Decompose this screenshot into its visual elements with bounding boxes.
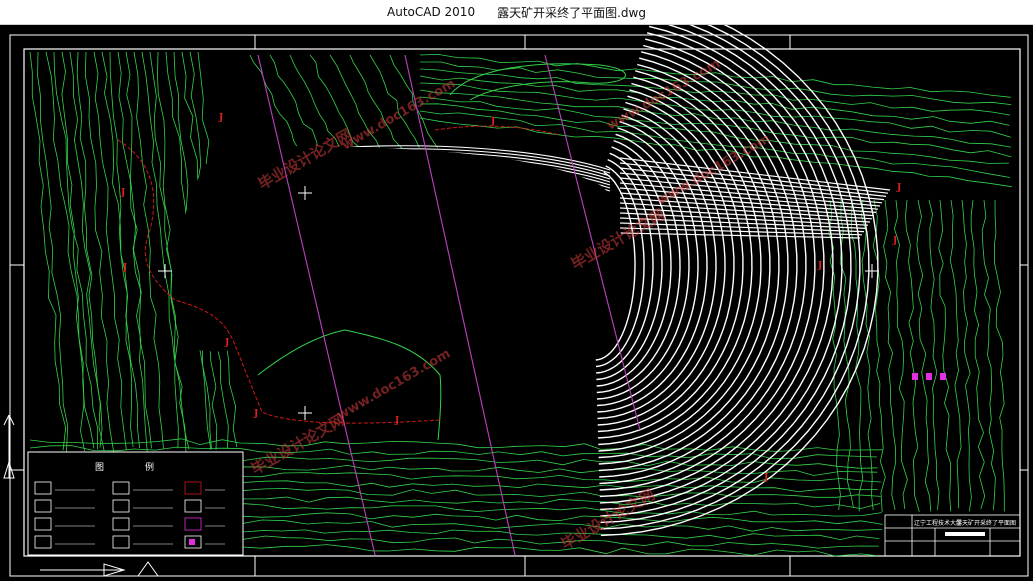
watermark-url: www.doc163.com <box>655 131 774 208</box>
cad-drawing[interactable]: J JJ JJJ JJJ JJ 毕业设计论文网 www.doc163.com 毕业… <box>0 25 1033 581</box>
title-block-org: 辽宁工程技术大学 <box>914 519 962 527</box>
svg-text:J: J <box>394 416 399 426</box>
svg-text:J: J <box>224 338 229 348</box>
svg-text:J: J <box>490 117 495 127</box>
svg-text:J: J <box>896 183 901 193</box>
title-block[interactable]: 辽宁工程技术大学 露天矿开采终了平面图 <box>884 514 1021 557</box>
watermark-url: www.doc163.com <box>605 56 724 133</box>
document-title: 露天矿开采终了平面图.dwg <box>497 5 646 20</box>
svg-text:J: J <box>817 261 822 271</box>
svg-text:J: J <box>122 263 127 273</box>
watermark-url: www.doc163.com <box>335 346 454 423</box>
drawing-canvas[interactable]: JJJ JJJ JJJ JJ 毕业设计论文网 www.doc163.com 毕业… <box>0 25 1033 581</box>
app-title: AutoCAD 2010 <box>387 5 476 19</box>
legend-title-2: 例 <box>145 461 154 473</box>
svg-text:J: J <box>120 188 125 198</box>
pit-floor <box>174 145 622 372</box>
svg-text:J: J <box>218 113 223 123</box>
watermark-text: 毕业设计论文网 <box>248 410 348 478</box>
svg-text:J: J <box>253 409 258 419</box>
title-block-drawing-name: 露天矿开采终了平面图 <box>956 519 1016 527</box>
svg-text:J: J <box>763 473 768 483</box>
legend-title-1: 图 <box>95 462 104 473</box>
window-title-bar: AutoCAD 2010 露天矿开采终了平面图.dwg <box>0 0 1033 25</box>
svg-text:J: J <box>892 236 897 246</box>
watermark-url: www.doc163.com <box>340 76 459 153</box>
legend-panel[interactable]: 图 例 <box>27 451 244 556</box>
site-symbols <box>912 373 946 380</box>
